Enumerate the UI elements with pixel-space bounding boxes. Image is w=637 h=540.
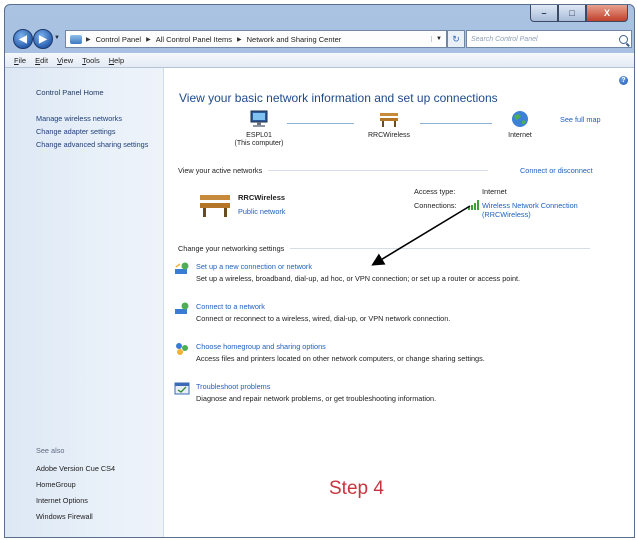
see-also-links: Adobe Version Cue CS4 HomeGroup Internet… (36, 464, 115, 528)
forward-button[interactable]: ▶ (33, 29, 53, 49)
sidebar: Control Panel Home Manage wireless netwo… (5, 68, 164, 537)
sidebar-links: Manage wireless networks Change adapter … (36, 114, 156, 153)
recent-pages-dropdown[interactable]: ▼ (54, 35, 60, 41)
main-content: ? View your basic network information an… (164, 68, 634, 537)
see-also-homegroup[interactable]: HomeGroup (36, 480, 115, 489)
sidebar-control-panel-home[interactable]: Control Panel Home (36, 88, 104, 97)
search-icon[interactable] (619, 34, 628, 44)
search-box[interactable]: Search Control Panel (466, 30, 632, 48)
menu-help[interactable]: Help (109, 56, 124, 65)
window: – □ X ◀ ▶ ▼ ▶ Control Panel ▶ All Contro… (4, 4, 635, 538)
step-label: Step 4 (329, 478, 384, 499)
see-also-windows-firewall[interactable]: Windows Firewall (36, 512, 115, 521)
control-panel-icon (70, 34, 82, 44)
sidebar-item-adapter-settings[interactable]: Change adapter settings (36, 127, 156, 136)
see-also-internet-options[interactable]: Internet Options (36, 496, 115, 505)
breadcrumb-chevron-icon[interactable]: ▶ (86, 36, 91, 43)
breadcrumb-network-sharing[interactable]: Network and Sharing Center (247, 35, 342, 44)
close-button[interactable]: X (586, 5, 628, 22)
back-button[interactable]: ◀ (13, 29, 33, 49)
menu-tools[interactable]: Tools (82, 56, 100, 65)
navigation-bar: ◀ ▶ ▼ ▶ Control Panel ▶ All Control Pane… (5, 27, 634, 51)
sidebar-item-advanced-sharing[interactable]: Change advanced sharing settings (36, 140, 156, 149)
menu-view[interactable]: View (57, 56, 73, 65)
menu-file[interactable]: File (14, 56, 26, 65)
window-controls: – □ X (530, 5, 628, 23)
address-bar[interactable]: ▶ Control Panel ▶ All Control Panel Item… (65, 30, 447, 48)
sidebar-item-manage-wireless[interactable]: Manage wireless networks (36, 114, 156, 123)
refresh-icon[interactable]: ↻ (447, 30, 465, 48)
see-also-adobe[interactable]: Adobe Version Cue CS4 (36, 464, 115, 473)
search-placeholder[interactable]: Search Control Panel (471, 36, 538, 43)
breadcrumb-control-panel[interactable]: Control Panel (96, 35, 141, 44)
breadcrumb-all-items[interactable]: All Control Panel Items (156, 35, 232, 44)
see-also-heading: See also (36, 446, 65, 455)
menu-edit[interactable]: Edit (35, 56, 48, 65)
annotation-arrow (371, 205, 471, 266)
address-dropdown-icon[interactable]: ▼ (431, 36, 446, 42)
menu-bar: File Edit View Tools Help (5, 53, 634, 68)
minimize-button[interactable]: – (530, 5, 558, 22)
breadcrumb-chevron-icon[interactable]: ▶ (146, 36, 151, 43)
breadcrumb-chevron-icon[interactable]: ▶ (237, 36, 242, 43)
maximize-button[interactable]: □ (558, 5, 586, 22)
